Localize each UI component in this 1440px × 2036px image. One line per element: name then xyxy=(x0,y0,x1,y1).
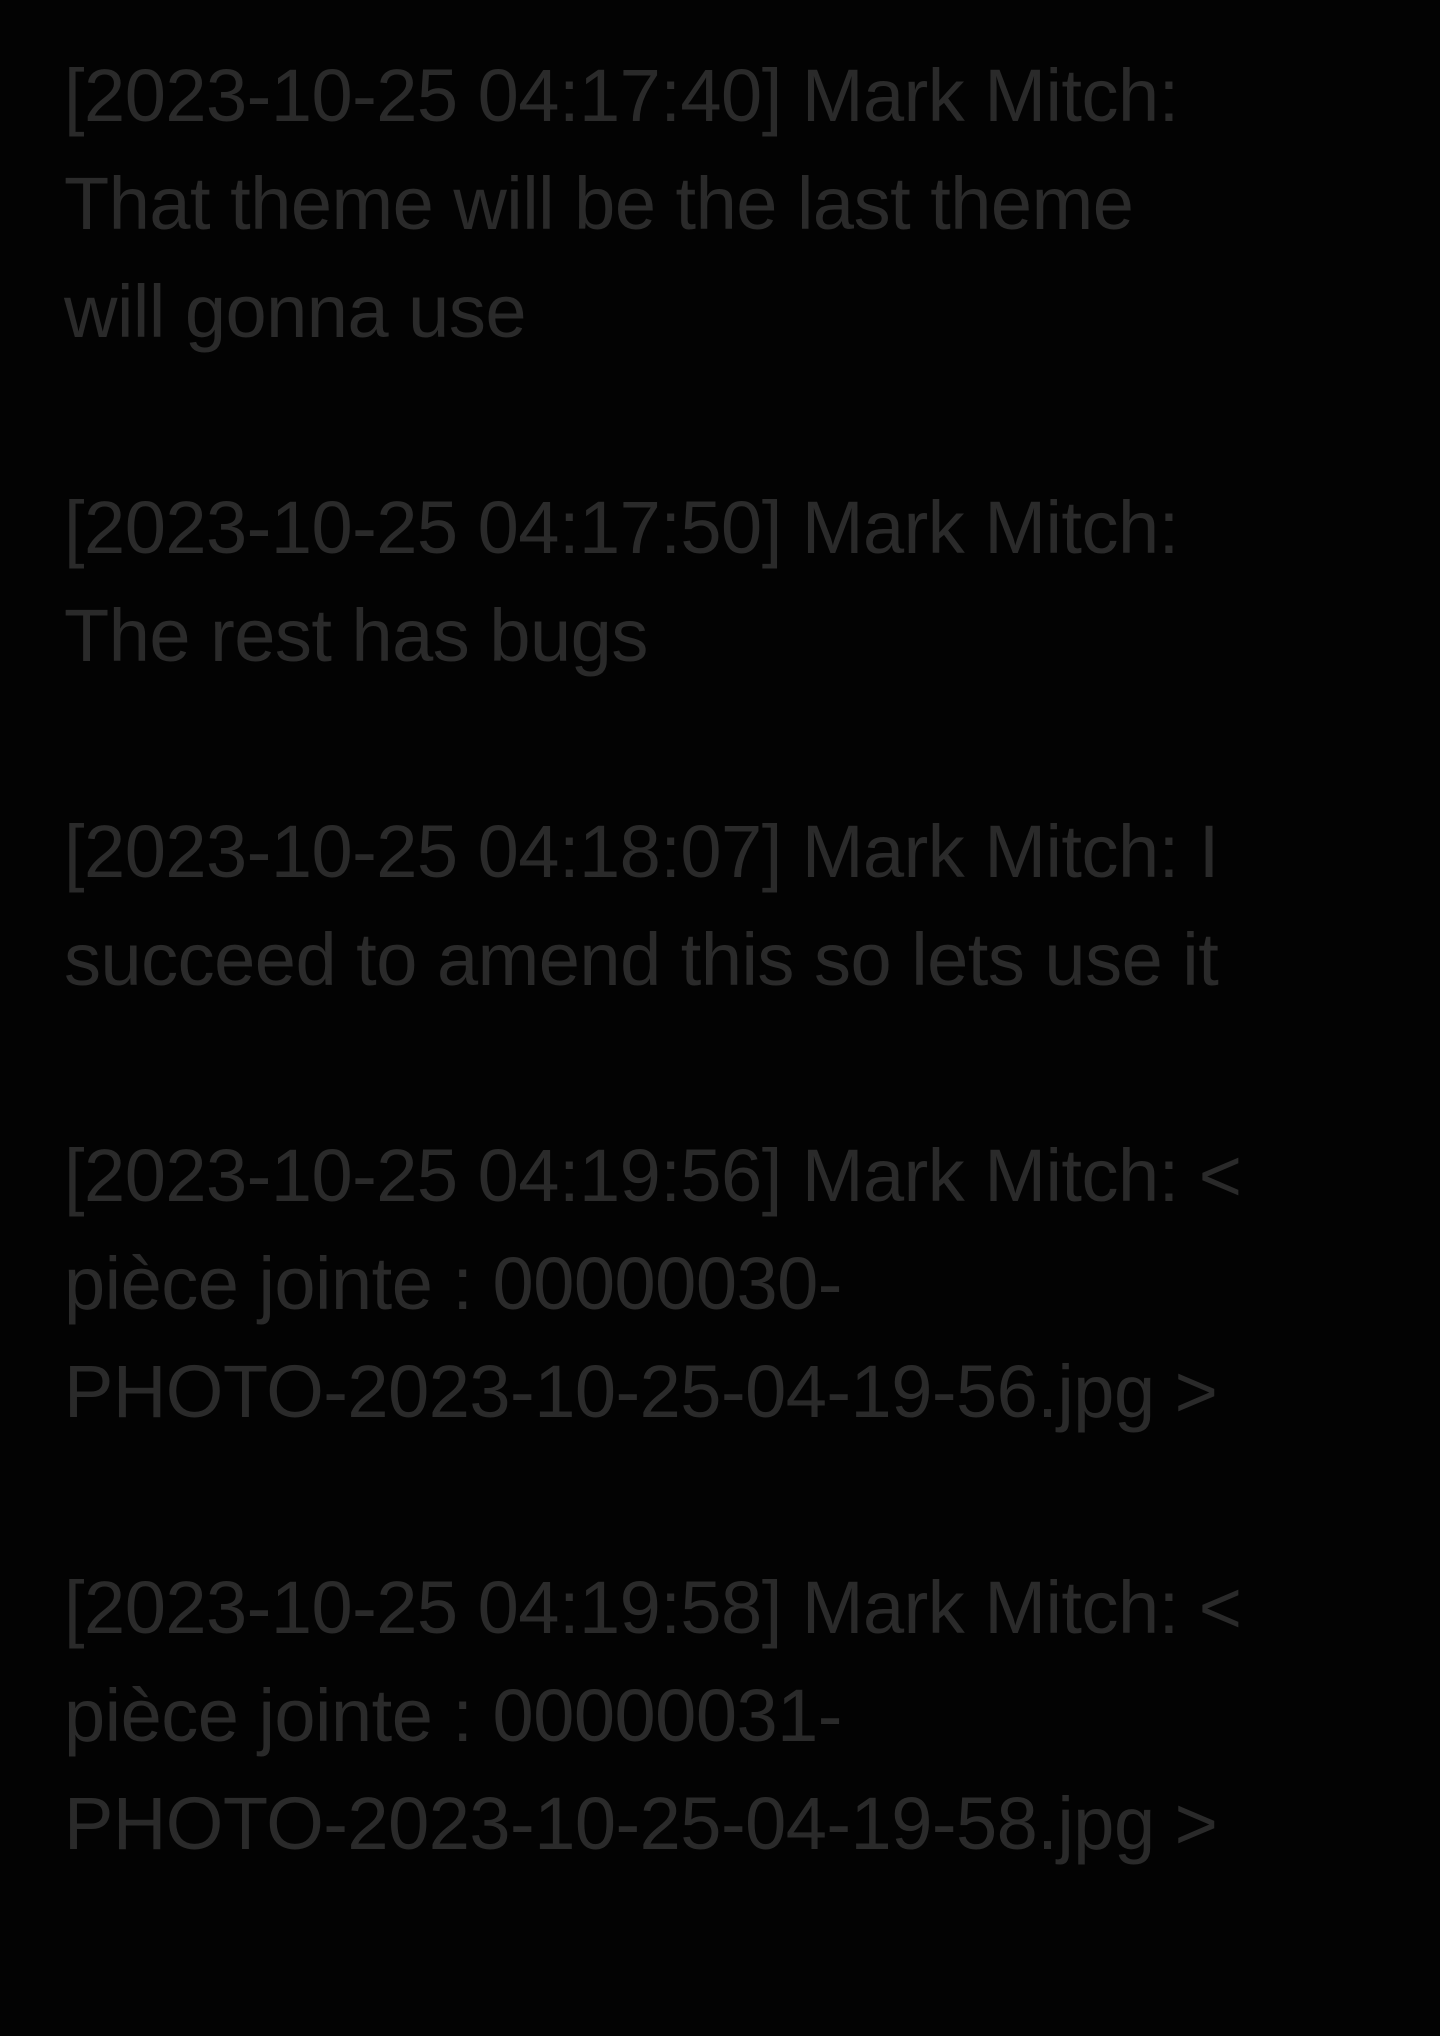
message-line: succeed to amend this so lets use it xyxy=(64,918,1219,1001)
message-line: PHOTO-2023-10-25-04-19-58.jpg > xyxy=(64,1782,1218,1865)
message-line: [2023-10-25 04:17:50] Mark Mitch: xyxy=(64,486,1179,569)
chat-log: [2023-10-25 04:17:40] Mark Mitch: That t… xyxy=(64,42,1376,1986)
message-line: pièce jointe : 00000030- xyxy=(64,1242,842,1325)
message-line: will gonna use xyxy=(64,270,526,353)
message-line: pièce jointe : 00000031- xyxy=(64,1674,842,1757)
message-line: The rest has bugs xyxy=(64,594,648,677)
message-line: [2023-10-25 04:18:07] Mark Mitch: I xyxy=(64,810,1219,893)
message-line: PHOTO-2023-10-25-04-19-56.jpg > xyxy=(64,1350,1218,1433)
message-line: [2023-10-25 04:19:56] Mark Mitch: < xyxy=(64,1134,1242,1217)
chat-message: [2023-10-25 04:19:58] Mark Mitch: < pièc… xyxy=(64,1554,1376,1878)
message-line: [2023-10-25 04:17:40] Mark Mitch: xyxy=(64,54,1179,137)
chat-message: [2023-10-25 04:19:56] Mark Mitch: < pièc… xyxy=(64,1122,1376,1446)
chat-message: [2023-10-25 04:17:50] Mark Mitch: The re… xyxy=(64,474,1376,690)
message-line: [2023-10-25 04:19:58] Mark Mitch: < xyxy=(64,1566,1242,1649)
chat-message: [2023-10-25 04:18:07] Mark Mitch: I succ… xyxy=(64,798,1376,1014)
chat-message: [2023-10-25 04:17:40] Mark Mitch: That t… xyxy=(64,42,1376,366)
message-line: That theme will be the last theme xyxy=(64,162,1134,245)
